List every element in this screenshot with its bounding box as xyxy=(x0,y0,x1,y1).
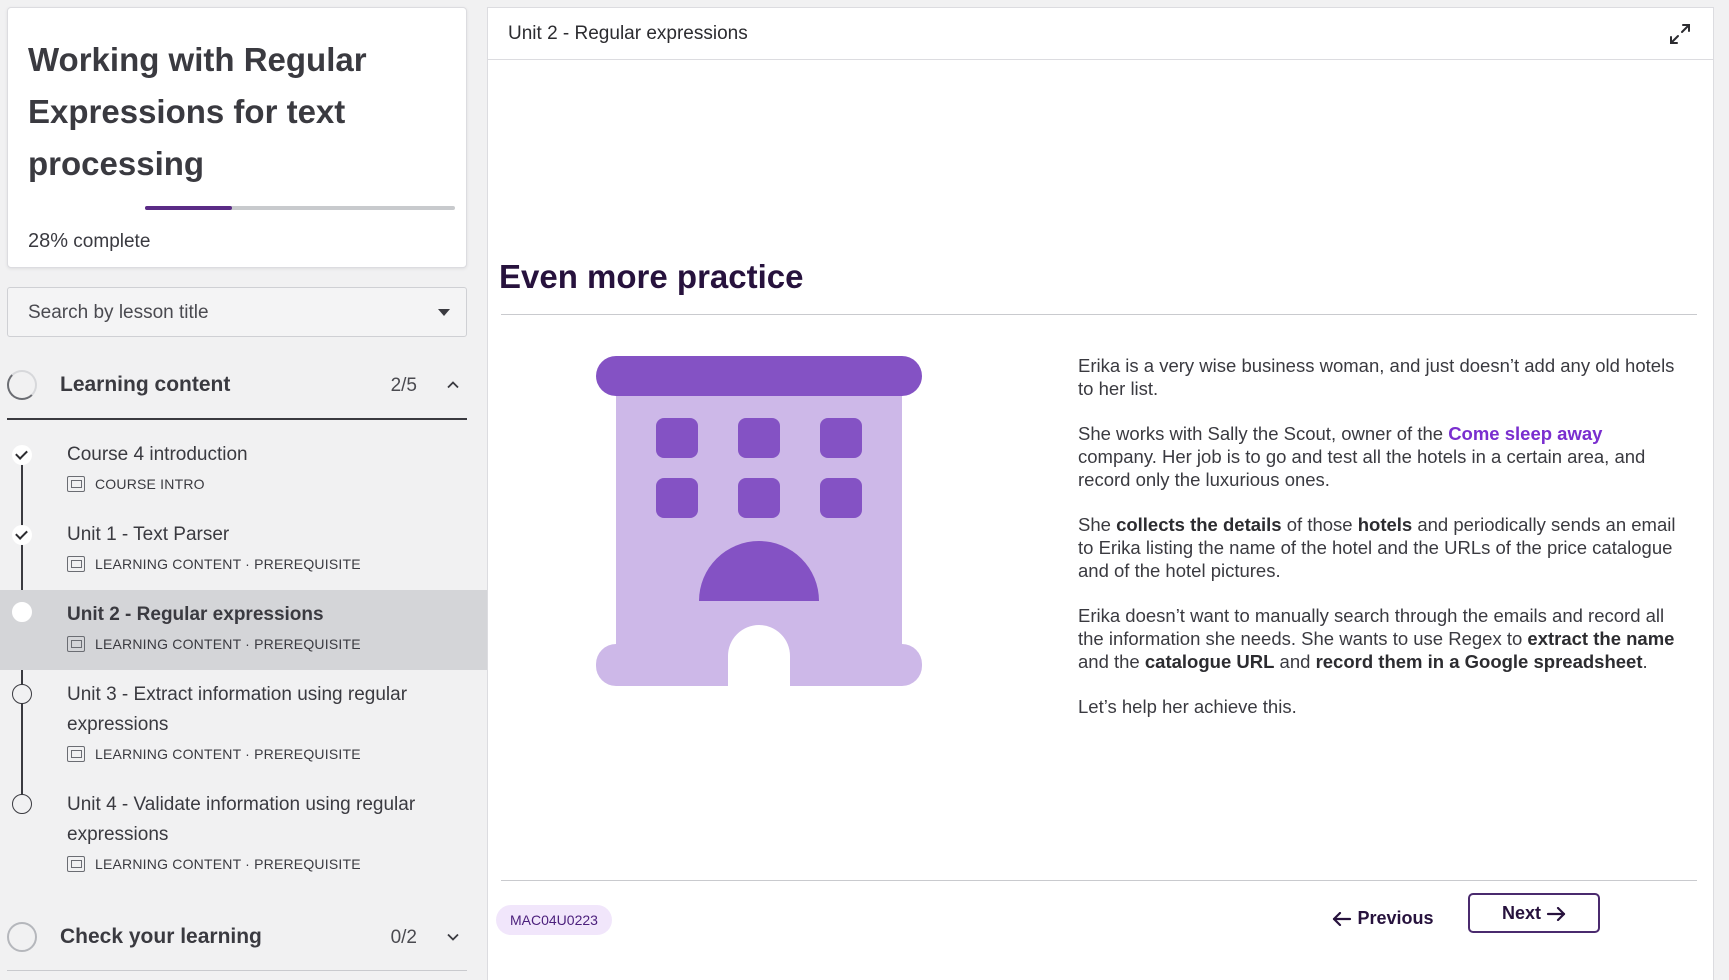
lesson-search-select[interactable]: Search by lesson title xyxy=(7,287,467,337)
paragraph: She collects the details of those hotels… xyxy=(1078,513,1683,582)
lesson-title: Unit 3 - Extract information using regul… xyxy=(67,684,408,735)
section-label: Learning content xyxy=(60,373,231,396)
section-divider xyxy=(7,418,467,420)
lesson-code-badge: MAC04U0223 xyxy=(496,905,612,935)
paragraph-text: and xyxy=(1274,651,1316,672)
progress-bar xyxy=(145,206,455,210)
bold-text: extract the name xyxy=(1527,628,1675,649)
heading-divider xyxy=(501,314,1697,315)
lesson-item[interactable]: Unit 4 - Validate information using regu… xyxy=(0,780,487,890)
lesson-item[interactable]: Unit 3 - Extract information using regul… xyxy=(0,670,487,780)
arrow-right-icon xyxy=(1546,906,1566,921)
completed-check-icon xyxy=(12,445,32,465)
slides-icon xyxy=(67,636,85,652)
slides-icon xyxy=(67,556,85,572)
previous-button[interactable]: Previous xyxy=(1323,898,1443,938)
bold-text: record them in a Google spreadsheet xyxy=(1315,651,1643,672)
lesson-type: LEARNING CONTENT · PREREQUISITE xyxy=(95,556,361,572)
lesson-type: LEARNING CONTENT · PREREQUISITE xyxy=(95,636,361,652)
lesson-content-panel: Unit 2 - Regular expressions Even more p… xyxy=(487,7,1714,980)
section-progress-ring xyxy=(7,922,37,952)
come-sleep-away-link[interactable]: Come sleep away xyxy=(1448,423,1602,444)
current-lesson-marker-icon xyxy=(12,602,32,622)
bold-text: hotels xyxy=(1357,514,1413,535)
bold-text: collects the details xyxy=(1116,514,1282,535)
section-count: 2/5 xyxy=(390,375,417,396)
slides-icon xyxy=(67,856,85,872)
paragraph: Erika doesn’t want to manually search th… xyxy=(1078,604,1683,673)
progress-percent: 28% xyxy=(28,230,69,252)
lesson-type: LEARNING CONTENT · PREREQUISITE xyxy=(95,746,361,762)
slides-icon xyxy=(67,746,85,762)
paragraph-text: She works with Sally the Scout, owner of… xyxy=(1078,423,1449,444)
section-learning-content[interactable]: Learning content 2/5 xyxy=(7,353,467,417)
caret-down-icon xyxy=(438,309,450,316)
paragraph: Erika is a very wise business woman, and… xyxy=(1078,354,1683,400)
lesson-title: Unit 4 - Validate information using regu… xyxy=(67,794,416,845)
lesson-meta: LEARNING CONTENT · PREREQUISITE xyxy=(67,556,361,572)
lesson-topbar-title: Unit 2 - Regular expressions xyxy=(508,23,748,44)
lesson-meta: LEARNING CONTENT · PREREQUISITE xyxy=(67,636,361,652)
chevron-down-icon xyxy=(447,933,459,941)
lesson-type: COURSE INTRO xyxy=(95,476,205,492)
lesson-type: LEARNING CONTENT · PREREQUISITE xyxy=(95,856,361,872)
next-button[interactable]: Next xyxy=(1468,893,1600,933)
lesson-title: Unit 2 - Regular expressions xyxy=(67,604,324,625)
paragraph-text: Erika is a very wise business woman, and… xyxy=(1078,355,1675,399)
section-divider xyxy=(7,970,467,971)
lesson-item-active[interactable]: Unit 2 - Regular expressions LEARNING CO… xyxy=(0,590,487,670)
expand-icon[interactable] xyxy=(1667,21,1693,47)
footer-divider xyxy=(501,880,1697,881)
bold-text: catalogue URL xyxy=(1144,651,1275,672)
lesson-title: Course 4 introduction xyxy=(67,444,248,465)
section-count: 0/2 xyxy=(390,927,417,948)
paragraph-text: of those xyxy=(1281,514,1358,535)
hotel-building-illustration xyxy=(596,356,922,686)
course-card: Working with Regular Expressions for tex… xyxy=(7,7,467,268)
lesson-item[interactable]: Course 4 introduction COURSE INTRO xyxy=(0,432,487,506)
document-icon xyxy=(67,476,85,492)
arrow-left-icon xyxy=(1333,912,1352,927)
lesson-topbar: Unit 2 - Regular expressions xyxy=(488,8,1713,60)
completed-check-icon xyxy=(12,525,32,545)
progress-suffix: complete xyxy=(68,231,151,252)
paragraph-text: . xyxy=(1642,651,1648,672)
paragraph: She works with Sally the Scout, owner of… xyxy=(1078,422,1683,491)
section-check-your-learning[interactable]: Check your learning 0/2 xyxy=(7,905,467,969)
course-title: Working with Regular Expressions for tex… xyxy=(28,41,367,182)
lesson-meta: LEARNING CONTENT · PREREQUISITE xyxy=(67,746,361,762)
incomplete-circle-icon xyxy=(12,684,32,704)
chevron-up-icon xyxy=(447,381,459,389)
paragraph-text: She xyxy=(1078,514,1117,535)
progress-text: 28% complete xyxy=(28,230,150,253)
lesson-meta: LEARNING CONTENT · PREREQUISITE xyxy=(67,856,361,872)
page-gutter xyxy=(1714,0,1729,980)
course-sidebar: Working with Regular Expressions for tex… xyxy=(0,0,487,980)
incomplete-circle-icon xyxy=(12,794,32,814)
lesson-heading: Even more practice xyxy=(499,258,804,295)
section-label: Check your learning xyxy=(60,925,262,948)
lesson-meta: COURSE INTRO xyxy=(67,476,205,492)
search-placeholder: Search by lesson title xyxy=(28,302,209,323)
progress-bar-fill xyxy=(145,206,232,210)
paragraph: Let’s help her achieve this. xyxy=(1078,695,1683,718)
lesson-item[interactable]: Unit 1 - Text Parser LEARNING CONTENT · … xyxy=(0,512,487,590)
previous-label: Previous xyxy=(1357,908,1434,928)
section-progress-ring xyxy=(7,370,37,400)
next-label: Next xyxy=(1501,902,1541,923)
paragraph-text: and the xyxy=(1078,651,1145,672)
paragraph-text: company. Her job is to go and test all t… xyxy=(1078,446,1646,490)
lesson-body: Erika is a very wise business woman, and… xyxy=(1078,354,1683,740)
paragraph-text: Let’s help her achieve this. xyxy=(1078,696,1297,717)
lesson-title: Unit 1 - Text Parser xyxy=(67,524,230,545)
